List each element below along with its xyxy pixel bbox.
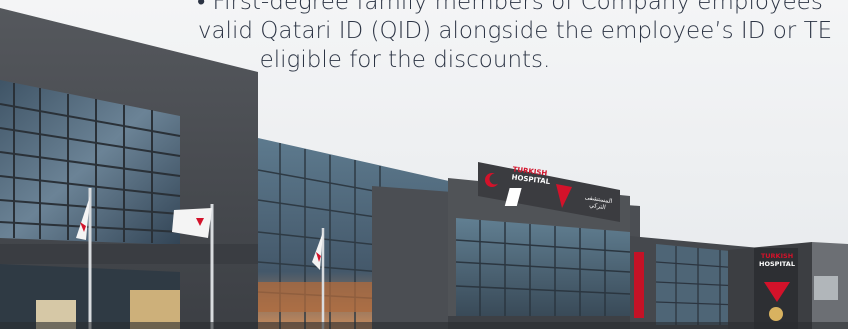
caption-line-3: eligible for the discounts. — [259, 47, 551, 73]
caption-line-2: valid Qatari ID (QID) alongside the empl… — [197, 18, 833, 44]
discount-eligibility-text: • First-degree family members of Company… — [80, 0, 848, 75]
tower-turkish-word: TURKISH — [760, 252, 794, 260]
tower-hospital-word: HOSPITAL — [759, 260, 795, 268]
hero-banner: TURKISH HOSPITAL المستشفى التركي TURKISH… — [0, 0, 848, 329]
caption-line-1: • First-degree family members of Company… — [197, 0, 823, 15]
sign-text-tower: TURKISH HOSPITAL — [756, 252, 798, 268]
